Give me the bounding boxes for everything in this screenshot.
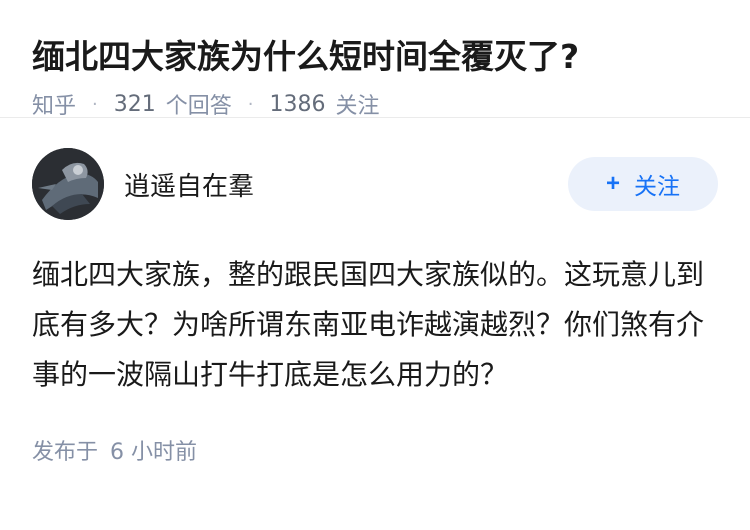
avatar-image [32, 148, 104, 220]
follow-button-label: 关注 [634, 173, 680, 199]
follow-button[interactable]: + 关注 [568, 157, 718, 211]
question-title[interactable]: 缅北四大家族为什么短时间全覆灭了? [32, 34, 718, 80]
question-meta: 知乎 · 321 个回答 · 1386 关注 [32, 88, 718, 120]
author-row: 逍遥自在羣 + 关注 [32, 148, 718, 220]
answer-card: 逍遥自在羣 + 关注 缅北四大家族，整的跟民国四大家族似的。这玩意儿到底有多大？… [0, 118, 750, 466]
answer-content[interactable]: 缅北四大家族，整的跟民国四大家族似的。这玩意儿到底有多大？为啥所谓东南亚电诈越演… [32, 250, 718, 400]
plus-icon: + [605, 170, 620, 197]
answer-count[interactable]: 321 [114, 92, 156, 117]
published-time-value: 6 小时前 [110, 440, 198, 465]
page: 缅北四大家族为什么短时间全覆灭了? 知乎 · 321 个回答 · 1386 关注 [0, 0, 750, 530]
question-header: 缅北四大家族为什么短时间全覆灭了? 知乎 · 321 个回答 · 1386 关注 [0, 0, 750, 120]
source-label[interactable]: 知乎 [32, 88, 76, 120]
published-label: 发布于 [32, 440, 99, 465]
answer-published-time: 发布于 6 小时前 [32, 434, 718, 466]
meta-separator: · [247, 93, 254, 115]
follower-count-label[interactable]: 关注 [336, 88, 380, 120]
meta-separator: · [92, 93, 98, 115]
answer-count-label[interactable]: 个回答 [166, 88, 232, 120]
author-name[interactable]: 逍遥自在羣 [124, 166, 568, 203]
avatar[interactable] [32, 148, 104, 220]
follower-count[interactable]: 1386 [270, 92, 326, 117]
